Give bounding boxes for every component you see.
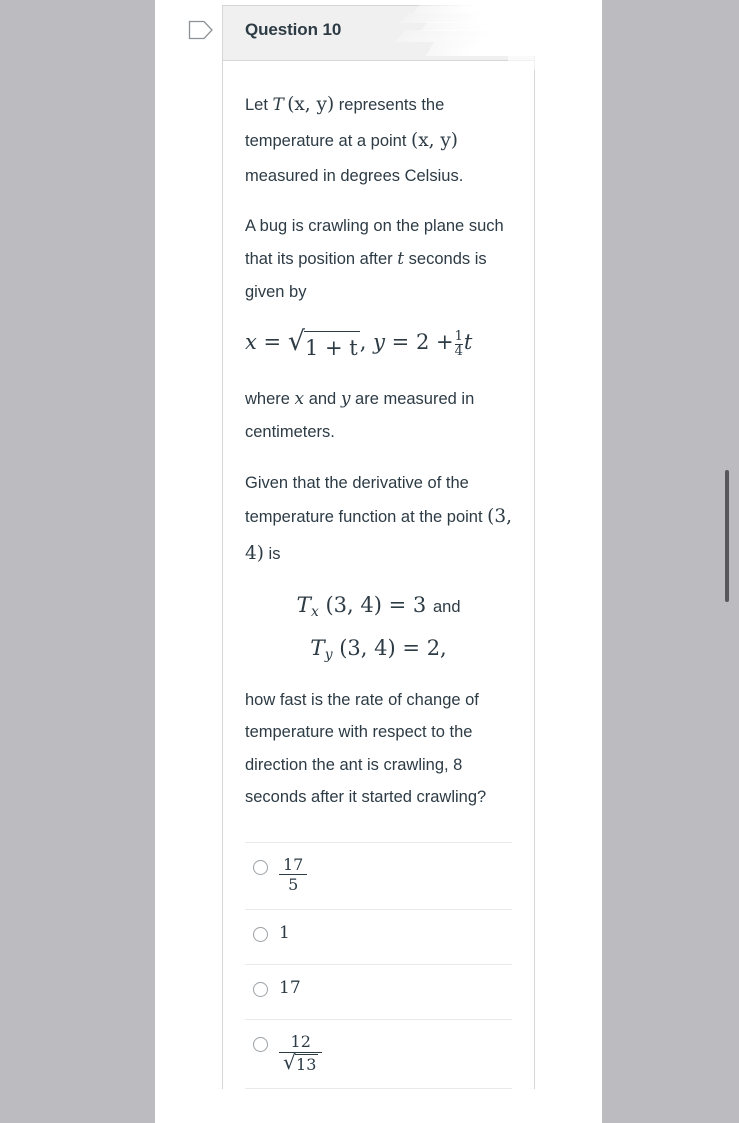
page-title: Question 10 <box>245 20 342 39</box>
answer-options-list: 17 5 1 17 12 √ 13 <box>245 841 512 1089</box>
question-card: Question 10 Let T (x, y) represents the … <box>222 5 535 1089</box>
radio-button-icon[interactable] <box>253 1036 268 1052</box>
answer-option-a-label: 17 5 <box>279 854 308 896</box>
pos-two: 2 <box>415 329 430 354</box>
vertical-scrollbar[interactable] <box>724 0 730 1123</box>
pos-y-label: y <box>373 329 385 354</box>
p1-math-T: T <box>272 95 284 115</box>
answer-option-b[interactable]: 1 <box>245 910 512 965</box>
radical-sign: √ <box>287 326 305 358</box>
answer-a-fraction: 17 5 <box>279 854 308 896</box>
question-paragraph-3: where x and y are measured in centimeter… <box>245 383 512 449</box>
answer-option-b-label: 1 <box>279 922 290 943</box>
question-prose: Let T (x, y) represents the temperature … <box>245 87 512 814</box>
quarter-numerator: 1 <box>454 328 463 344</box>
p3-mid: and <box>304 389 341 408</box>
display-position-equations: x = √ 1 + t, y = 2 +1 4 t <box>245 327 512 365</box>
answer-d-fraction: 12 √ 13 <box>279 1031 323 1075</box>
deriv-2-value: 2, <box>426 635 447 660</box>
question-paragraph-4: Given that the derivative of the tempera… <box>245 467 512 572</box>
p1-lead: Let <box>245 96 273 114</box>
pos-equals-2: = <box>391 329 410 354</box>
answer-d-denominator: √ 13 <box>279 1051 323 1075</box>
answer-option-d-label: 12 √ 13 <box>279 1031 323 1075</box>
page-gutter-right <box>602 0 739 1123</box>
sqrt-body: 1 + t <box>303 331 360 365</box>
answer-a-numerator: 17 <box>283 854 304 874</box>
quarter-fraction: 14 <box>454 328 463 359</box>
radio-button-icon[interactable] <box>253 859 268 875</box>
question-body: Let T (x, y) represents the temperature … <box>223 61 534 1089</box>
pos-t-label: t <box>463 329 473 354</box>
question-paragraph-5: how fast is the rate of change of temper… <box>245 690 487 807</box>
pos-comma: , <box>359 329 367 354</box>
answer-option-a[interactable]: 17 5 <box>245 843 512 910</box>
sqrt-group: √ 1 + t <box>287 326 360 365</box>
deriv-2-T: T <box>310 635 325 661</box>
display-derivative-line-2: Ty (3, 4) = 2, <box>245 633 512 666</box>
p4-tail: is <box>263 544 281 563</box>
p3-math-x: x <box>294 388 305 409</box>
answer-option-d[interactable]: 12 √ 13 <box>245 1020 512 1089</box>
p4-lead: Given that the derivative of the tempera… <box>245 473 488 527</box>
deriv-2-point: (3, 4) <box>339 635 396 660</box>
p3-lead: where <box>245 389 295 408</box>
deriv-1-point: (3, 4) <box>325 593 382 618</box>
p1-tail: measured in degrees Celsius. <box>245 166 464 185</box>
radio-button-icon[interactable] <box>253 981 268 997</box>
deriv-1-equals: = <box>388 593 407 618</box>
answer-d-sqrt-body: 13 <box>295 1053 319 1074</box>
deriv-1-subscript: x <box>310 604 319 621</box>
answer-option-c[interactable]: 17 <box>245 965 512 1020</box>
scrollbar-thumb[interactable] <box>725 470 729 602</box>
question-paragraph-1: Let T (x, y) represents the temperature … <box>245 87 512 192</box>
deriv-1-T: T <box>296 593 311 619</box>
display-derivative-line-1: Tx (3, 4) = 3 and <box>245 590 512 623</box>
p1-math-xy-2: (x, y) <box>411 130 459 152</box>
radio-button-icon[interactable] <box>253 926 268 942</box>
quarter-denominator: 4 <box>454 343 463 359</box>
pos-plus: + <box>436 329 454 354</box>
deriv-2-subscript: y <box>324 646 333 663</box>
p1-math-xy-1: (x, y) <box>287 94 335 115</box>
question-card-header: Question 10 <box>223 6 534 61</box>
deriv-1-and: and <box>432 598 461 617</box>
answer-option-c-label: 17 <box>279 977 301 998</box>
answer-a-denominator: 5 <box>279 874 308 895</box>
p3-math-y: y <box>340 388 351 409</box>
deriv-1-value: 3 <box>412 593 427 618</box>
page-gutter-left <box>0 0 155 1123</box>
question-paragraph-2: A bug is crawling on the plane such that… <box>245 210 512 308</box>
tag-outline-icon <box>188 20 214 40</box>
pos-equals-1: = <box>263 329 282 354</box>
answer-d-numerator: 12 <box>290 1031 311 1051</box>
deriv-2-equals: = <box>402 635 420 660</box>
pos-x-label: x <box>245 329 257 354</box>
